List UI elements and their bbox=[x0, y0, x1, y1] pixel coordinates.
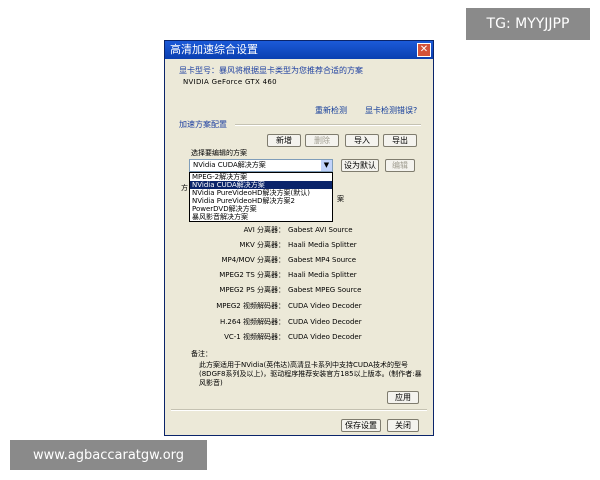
dropdown-option[interactable]: MPEG-2解决方案 bbox=[190, 173, 332, 181]
detail-row: MP4/MOV 分离器： Gabest MP4 Source bbox=[185, 254, 425, 266]
detail-row: H.264 视频解码器： CUDA Video Decoder bbox=[185, 316, 425, 328]
row-value: Haali Media Splitter bbox=[288, 271, 357, 279]
row-label: H.264 视频解码器： bbox=[220, 318, 285, 326]
detail-row: MPEG2 TS 分离器： Haali Media Splitter bbox=[185, 269, 425, 281]
settings-dialog: 高清加速综合设置 ✕ 显卡型号：暴风将根据显卡类型为您推荐合适的方案 NVIDI… bbox=[164, 40, 434, 436]
watermark-url: www.agbaccaratgw.org bbox=[10, 440, 207, 470]
detail-row: MKV 分离器： Haali Media Splitter bbox=[185, 239, 425, 251]
scheme-select[interactable]: NVidia CUDA解决方案 ▼ bbox=[189, 159, 333, 172]
apply-button[interactable]: 应用 bbox=[387, 391, 419, 404]
close-icon[interactable]: ✕ bbox=[417, 43, 431, 57]
notes-label: 备注： bbox=[191, 350, 212, 358]
watermark-tag: TG: MYYJJPP bbox=[466, 8, 590, 40]
gpu-model: NVIDIA GeForce GTX 460 bbox=[183, 78, 277, 86]
import-button[interactable]: 导入 bbox=[345, 134, 379, 147]
notes-text: 此方案适用于NVidia(英伟达)高清显卡系列中支持CUDA技术的型号(8DGF… bbox=[199, 361, 422, 387]
row-value: Gabest MP4 Source bbox=[288, 256, 357, 264]
chevron-down-icon[interactable]: ▼ bbox=[321, 160, 332, 171]
detail-row: AVI 分离器： Gabest AVI Source bbox=[185, 224, 425, 236]
detail-row: MPEG2 PS 分离器： Gabest MPEG Source bbox=[185, 284, 425, 296]
row-label: MPEG2 TS 分离器： bbox=[219, 271, 285, 279]
row-label: MPEG2 PS 分离器： bbox=[219, 286, 285, 294]
detail-row: VC-1 视频解码器： CUDA Video Decoder bbox=[185, 331, 425, 343]
row-label: VC-1 视频解码器： bbox=[224, 333, 285, 341]
detail-label-partial: 方 bbox=[181, 184, 188, 192]
set-default-button[interactable]: 设为默认 bbox=[341, 159, 379, 172]
redetect-link[interactable]: 重新检测 bbox=[315, 105, 347, 116]
delete-button[interactable]: 删除 bbox=[305, 134, 339, 147]
dialog-title: 高清加速综合设置 bbox=[170, 43, 258, 56]
gpu-section-label: 显卡型号：暴风将根据显卡类型为您推荐合适的方案 bbox=[179, 66, 363, 75]
title-bar: 高清加速综合设置 ✕ bbox=[165, 41, 433, 59]
row-value: Gabest AVI Source bbox=[288, 226, 353, 234]
dropdown-option-selected[interactable]: NVidia CUDA解决方案 bbox=[190, 181, 332, 189]
report-error-link[interactable]: 显卡检测错误? bbox=[365, 105, 417, 116]
detail-row: MPEG2 视频解码器： CUDA Video Decoder bbox=[185, 300, 425, 312]
edit-button[interactable]: 编辑 bbox=[385, 159, 415, 172]
row-label: AVI 分离器： bbox=[243, 226, 285, 234]
dropdown-option[interactable]: 暴风影音解决方案 bbox=[190, 213, 332, 221]
row-label: MPEG2 视频解码器： bbox=[216, 302, 285, 310]
row-value: CUDA Video Decoder bbox=[288, 318, 362, 326]
row-value: CUDA Video Decoder bbox=[288, 333, 362, 341]
row-label: MP4/MOV 分离器： bbox=[221, 256, 285, 264]
detail-label-partial-right: 案 bbox=[337, 195, 344, 203]
scheme-dropdown-list: MPEG-2解决方案 NVidia CUDA解决方案 NVidia PureVi… bbox=[189, 172, 333, 222]
scheme-section-label: 加速方案配置 bbox=[179, 120, 227, 129]
add-button[interactable]: 新增 bbox=[267, 134, 301, 147]
dropdown-option[interactable]: NVidia PureVideoHD解决方案2 bbox=[190, 197, 332, 205]
save-settings-button[interactable]: 保存设置 bbox=[341, 419, 381, 432]
close-button[interactable]: 关闭 bbox=[387, 419, 419, 432]
row-value: CUDA Video Decoder bbox=[288, 302, 362, 310]
row-value: Haali Media Splitter bbox=[288, 241, 357, 249]
row-value: Gabest MPEG Source bbox=[288, 286, 362, 294]
scheme-select-value: NVidia CUDA解决方案 bbox=[193, 161, 266, 169]
dropdown-option[interactable]: NVidia PureVideoHD解决方案(默认) bbox=[190, 189, 332, 197]
dropdown-option[interactable]: PowerDVD解决方案 bbox=[190, 205, 332, 213]
row-label: MKV 分离器： bbox=[239, 241, 285, 249]
select-scheme-label: 选择要编辑的方案 bbox=[191, 149, 247, 157]
export-button[interactable]: 导出 bbox=[383, 134, 417, 147]
